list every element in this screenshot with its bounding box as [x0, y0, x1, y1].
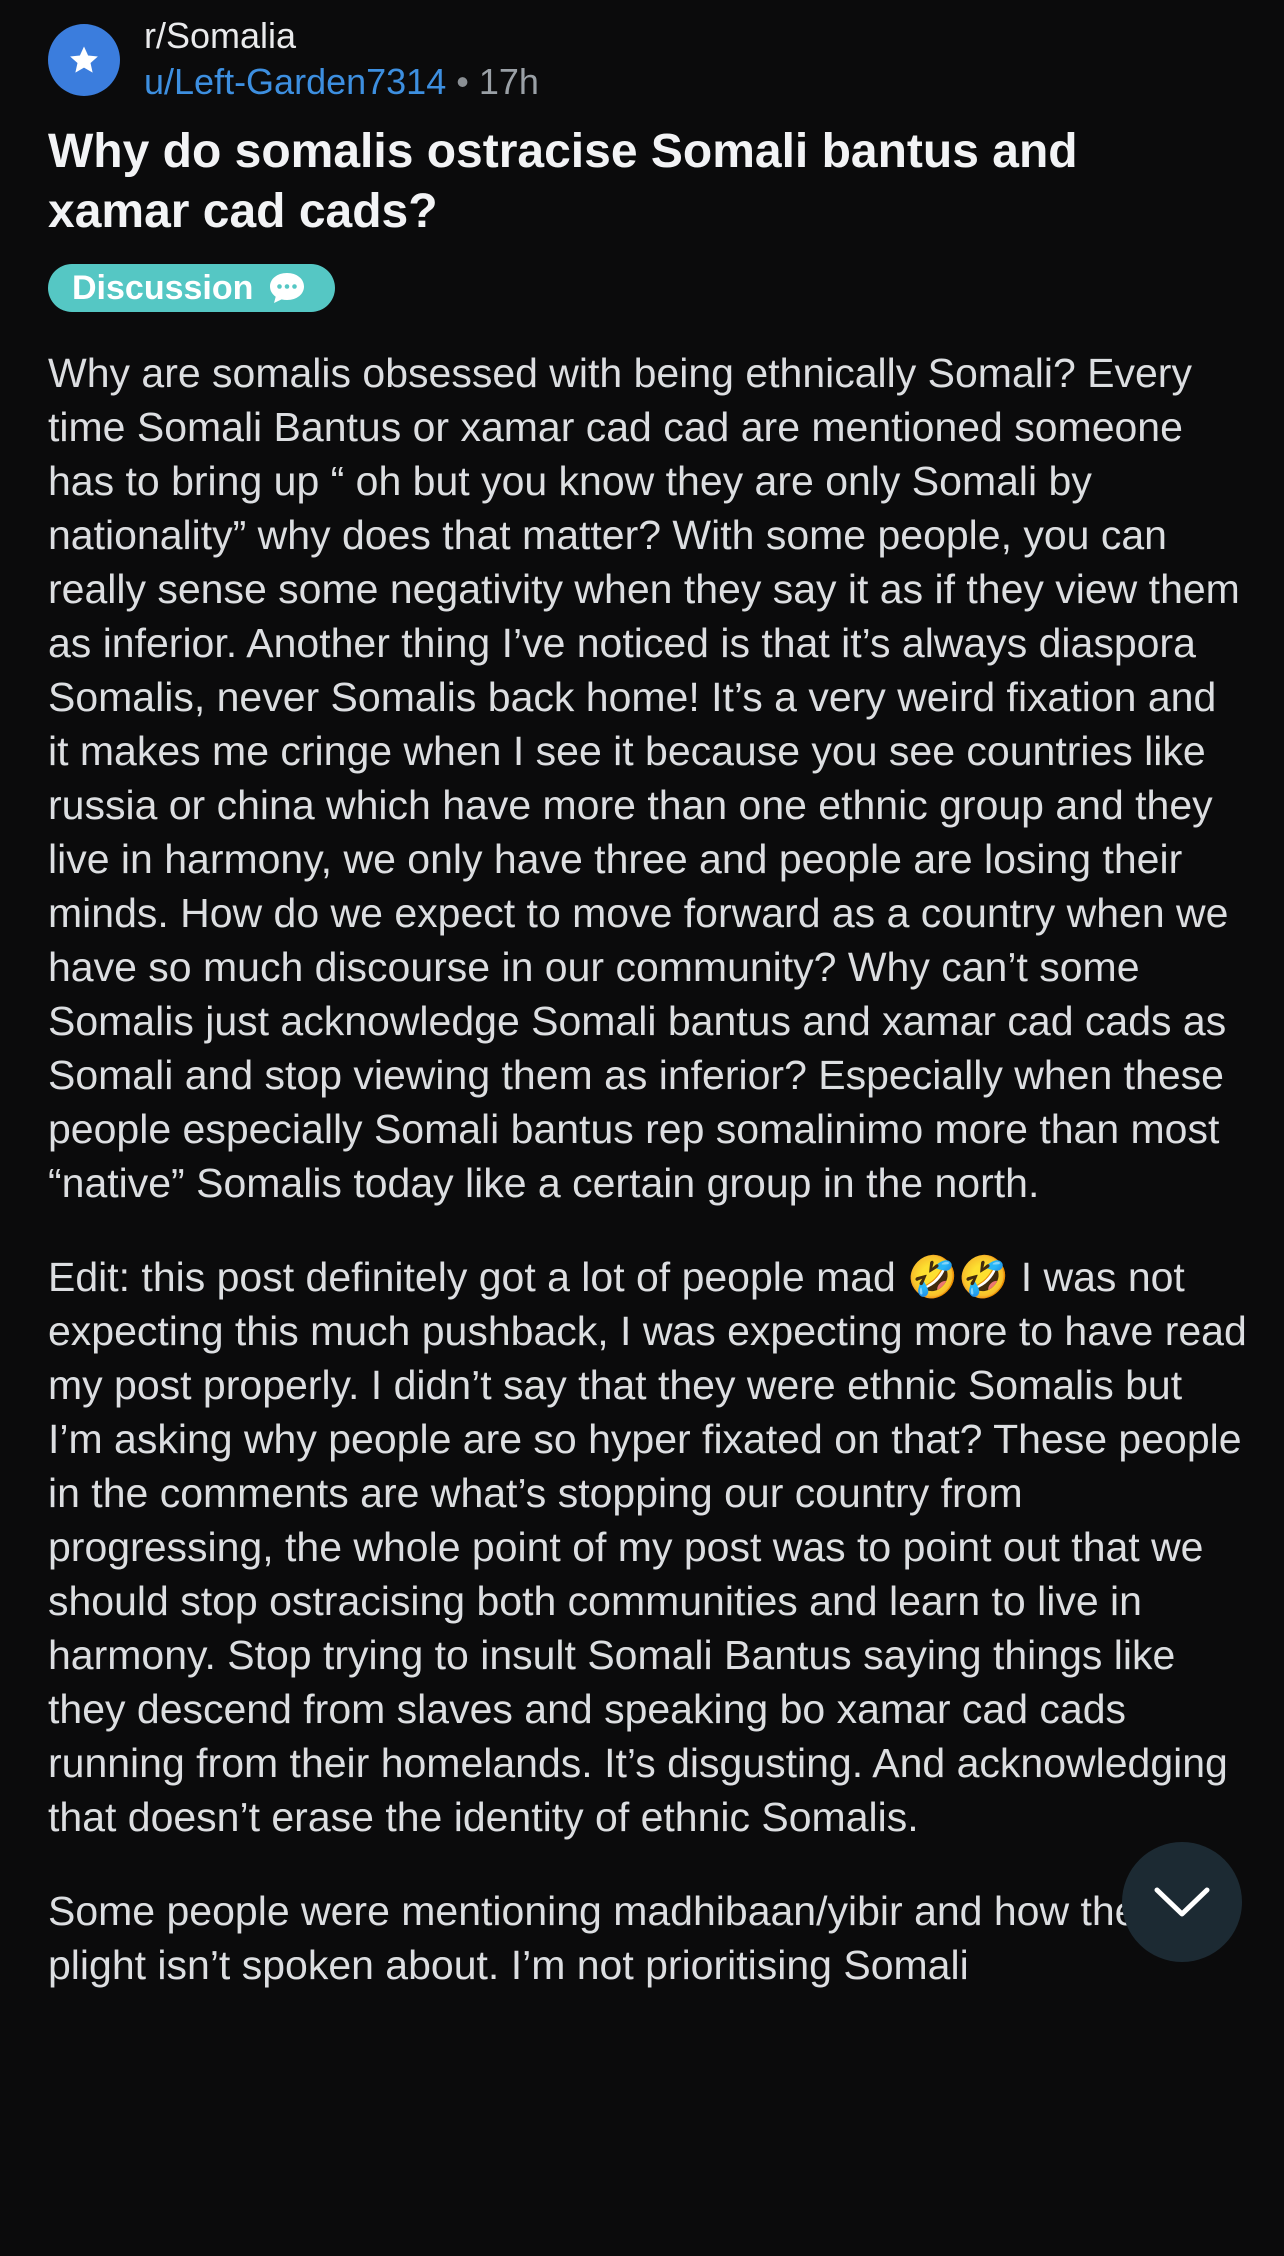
chevron-down-icon: [1154, 1887, 1210, 1917]
post-title: Why do somalis ostracise Somali bantus a…: [48, 125, 1078, 238]
subreddit-avatar[interactable]: [48, 24, 120, 96]
author-link[interactable]: u/Left-Garden7314: [144, 61, 446, 102]
meta-separator: •: [456, 61, 469, 102]
speech-bubble-icon: [267, 271, 307, 305]
post-flair[interactable]: Discussion: [48, 264, 336, 312]
star-icon: [70, 46, 98, 73]
subreddit-name[interactable]: r/Somalia: [144, 14, 296, 58]
post-paragraph: Why are somalis obsessed with being ethn…: [48, 350, 1240, 1206]
post-body: Why are somalis obsessed with being ethn…: [48, 346, 1248, 2032]
post-header: r/Somalia u/Left-Garden7314 • 17h: [48, 14, 1236, 124]
post-time: 17h: [478, 61, 539, 102]
post-paragraph: Edit: this post definitely got a lot of …: [48, 1254, 1247, 1840]
flair-label: Discussion: [72, 269, 254, 307]
post-meta: u/Left-Garden7314 • 17h: [144, 60, 539, 104]
scroll-down-button[interactable]: [1122, 1842, 1242, 1962]
post-paragraph: Some people were mentioning madhibaan/yi…: [48, 1888, 1161, 1988]
